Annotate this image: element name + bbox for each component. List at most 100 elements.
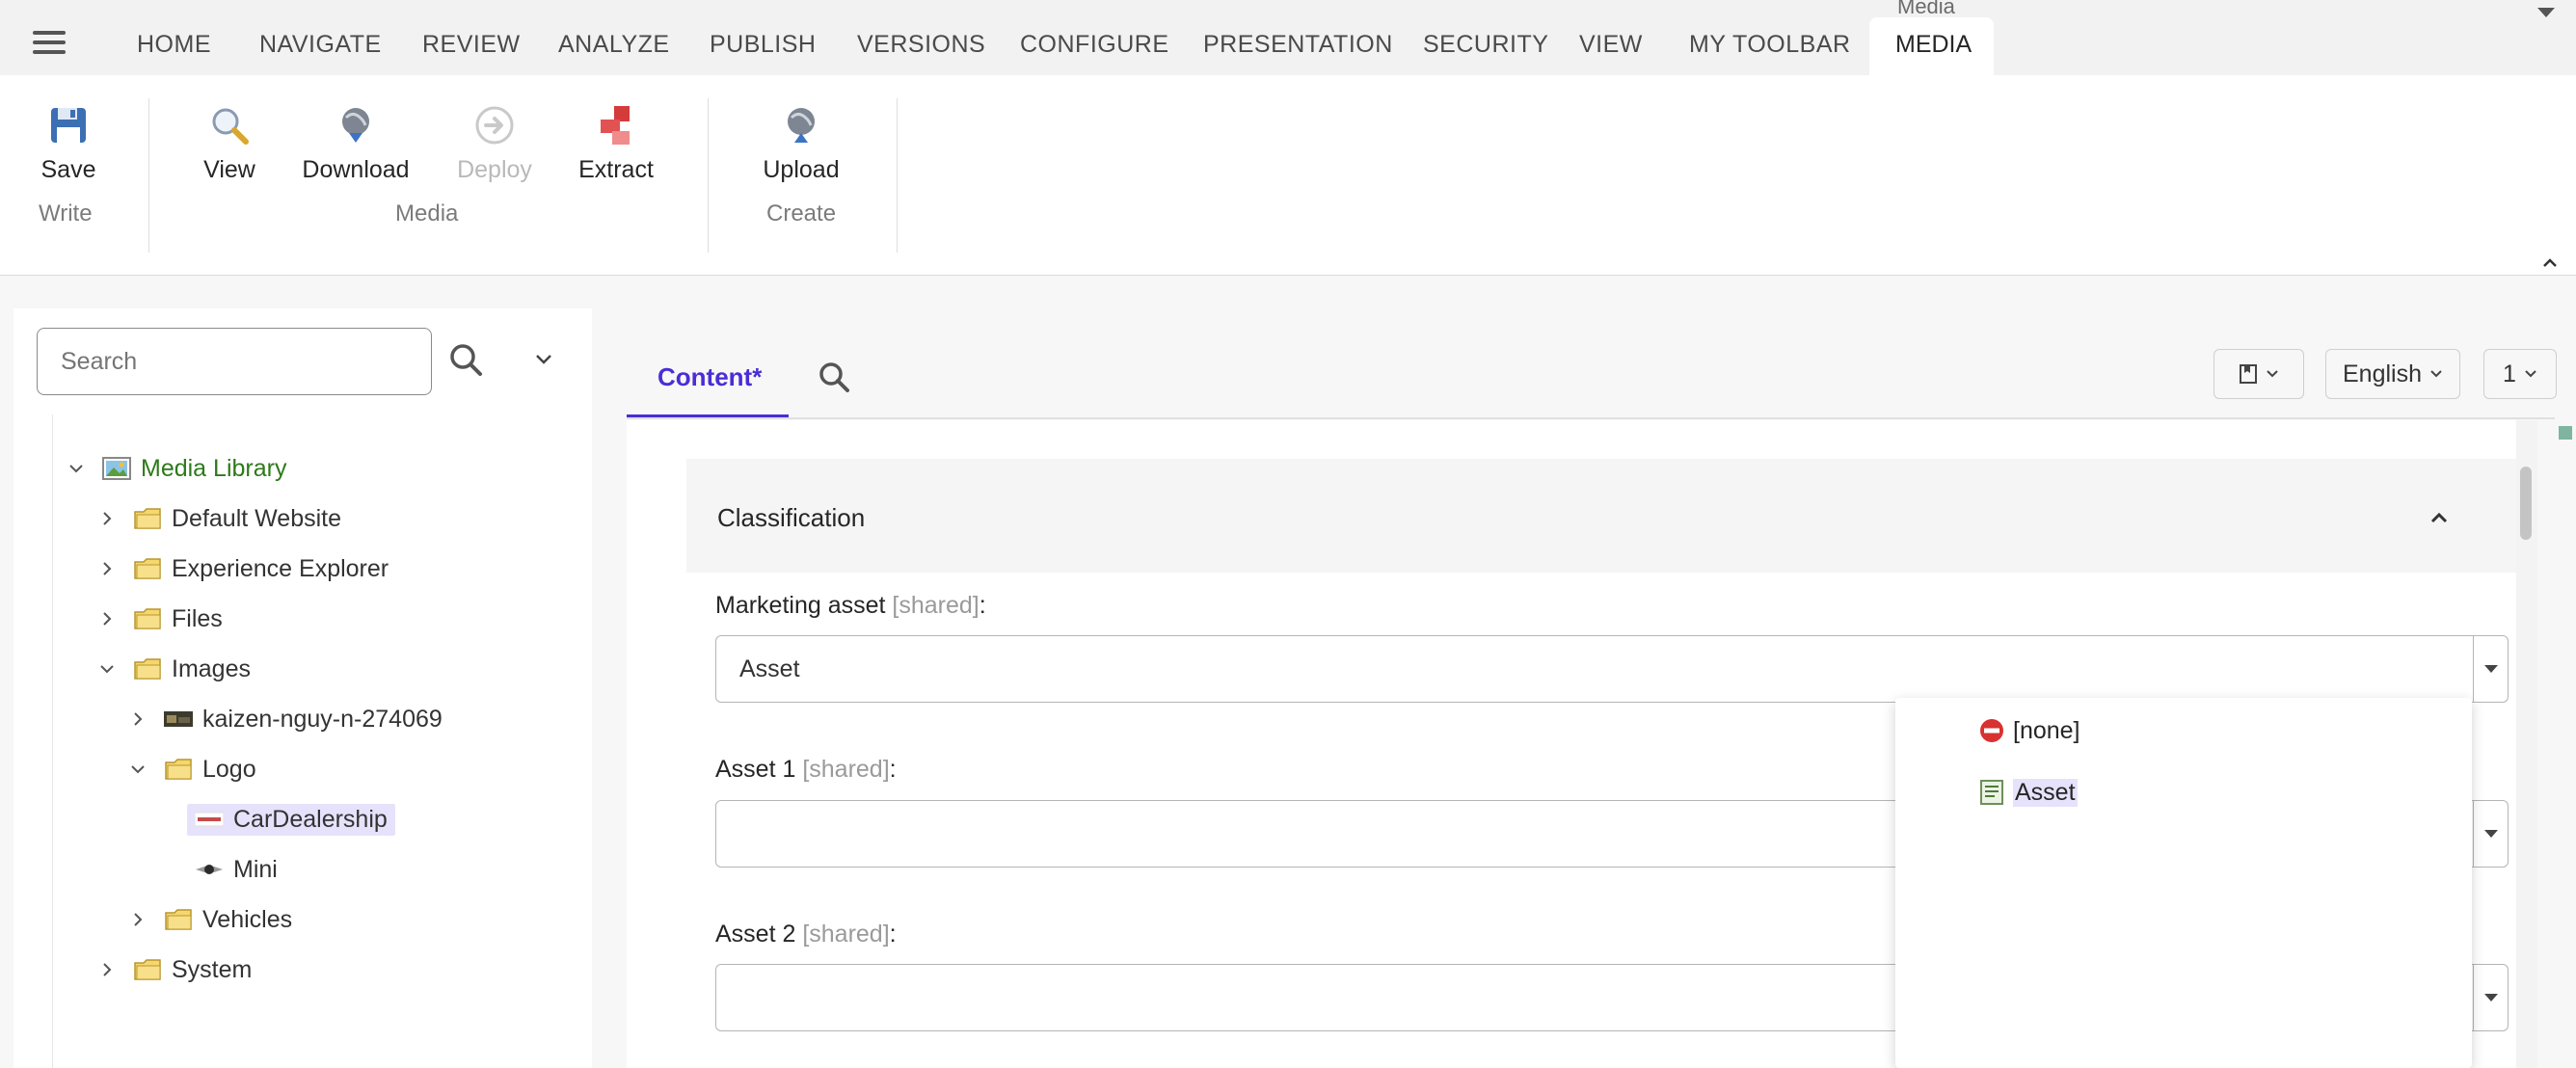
- tab-analyze[interactable]: ANALYZE: [558, 31, 670, 59]
- field-label-text: Marketing asset: [715, 592, 886, 619]
- marketing-asset-dropdown-list: [none] Asset: [1895, 698, 2472, 1068]
- marketing-asset-value: Asset: [739, 655, 800, 682]
- tab-media[interactable]: MEDIA: [1895, 31, 1972, 59]
- tab-navigate[interactable]: NAVIGATE: [259, 31, 382, 59]
- tree-item-label: Media Library: [141, 454, 287, 482]
- folder-icon: [134, 959, 161, 980]
- tree-item-system[interactable]: System: [98, 950, 252, 989]
- language-value: English: [2343, 360, 2422, 387]
- tree-item-default-website[interactable]: Default Website: [98, 499, 341, 538]
- field-label-text: Asset 2: [715, 921, 796, 948]
- tree-item-label: Default Website: [172, 504, 342, 532]
- tree-item-cardealership[interactable]: CarDealership: [160, 800, 395, 839]
- tree-item-label: kaizen-nguy-n-274069: [202, 705, 443, 733]
- dropdown-arrow-icon[interactable]: [2473, 965, 2508, 1030]
- bookmark-icon: [2240, 364, 2257, 384]
- no-entry-icon: [1980, 719, 2003, 742]
- tab-publish[interactable]: PUBLISH: [710, 31, 816, 59]
- chevron-right-icon[interactable]: [98, 560, 116, 577]
- deploy-label: Deploy: [457, 156, 532, 183]
- tab-presentation[interactable]: PRESENTATION: [1203, 31, 1393, 59]
- field-label-colon: :: [979, 592, 986, 619]
- extract-icon: [601, 106, 630, 145]
- tree-item-logo[interactable]: Logo: [129, 750, 256, 788]
- create-group-label: Create: [766, 200, 837, 227]
- field-label-colon: :: [889, 756, 897, 783]
- tab-my-toolbar[interactable]: MY TOOLBAR: [1689, 31, 1851, 59]
- tab-content[interactable]: Content*: [657, 362, 762, 392]
- dropdown-arrow-icon[interactable]: [2473, 636, 2508, 702]
- chevron-up-icon[interactable]: [2428, 507, 2451, 530]
- tree-item-vehicles[interactable]: Vehicles: [129, 900, 292, 939]
- view-button[interactable]: View: [199, 104, 260, 184]
- media-group-label: Media: [395, 200, 459, 227]
- tab-review[interactable]: REVIEW: [422, 31, 521, 59]
- chevron-right-icon[interactable]: [98, 961, 116, 978]
- marketing-asset-label: Marketing asset [shared]:: [715, 592, 986, 620]
- active-tab-caption: Media: [1897, 0, 1955, 18]
- search-icon[interactable]: [445, 339, 488, 382]
- save-button[interactable]: Save: [39, 104, 98, 184]
- chevron-right-icon[interactable]: [98, 610, 116, 627]
- tab-view[interactable]: VIEW: [1579, 31, 1643, 59]
- selected-item-highlight: CarDealership: [187, 803, 395, 836]
- tab-security[interactable]: SECURITY: [1423, 31, 1548, 59]
- tab-configure[interactable]: CONFIGURE: [1020, 31, 1169, 59]
- option-none[interactable]: [none]: [1978, 711, 2080, 750]
- marketing-asset-select[interactable]: Asset: [715, 635, 2509, 703]
- tab-home[interactable]: HOME: [137, 31, 211, 59]
- deploy-button[interactable]: Deploy: [457, 104, 532, 184]
- chevron-right-icon[interactable]: [98, 510, 116, 527]
- field-label-text: Asset 1: [715, 756, 796, 783]
- dropdown-arrow-icon[interactable]: [2473, 801, 2508, 867]
- tree-item-files[interactable]: Files: [98, 600, 223, 638]
- option-label: [none]: [2013, 716, 2080, 744]
- language-dropdown-button[interactable]: English: [2325, 349, 2460, 399]
- asset-1-label: Asset 1 [shared]:: [715, 756, 897, 784]
- version-dropdown-button[interactable]: 1: [2483, 349, 2557, 399]
- tree-item-label: Vehicles: [202, 905, 293, 933]
- write-group-label: Write: [39, 200, 93, 227]
- download-button[interactable]: Download: [301, 104, 411, 184]
- bookmark-dropdown-button[interactable]: [2214, 349, 2304, 399]
- content-tree-panel: Media Library Default Website Experience…: [13, 308, 592, 1068]
- tree-item-media-library[interactable]: Media Library: [67, 449, 286, 488]
- scrollbar-thumb[interactable]: [2520, 467, 2532, 540]
- tree-search-input[interactable]: [37, 328, 432, 395]
- chevron-down-icon[interactable]: [534, 353, 553, 366]
- globe-upload-icon: [788, 108, 815, 143]
- tree-item-experience-explorer[interactable]: Experience Explorer: [98, 549, 389, 588]
- asset-2-label: Asset 2 [shared]:: [715, 921, 897, 948]
- tree-item-label: System: [172, 955, 253, 983]
- vertical-scrollbar[interactable]: [2516, 420, 2537, 1068]
- tree-item-label: CarDealership: [233, 805, 388, 833]
- option-asset[interactable]: Asset: [1978, 773, 2078, 812]
- tree-item-label: Files: [172, 604, 223, 632]
- chevron-down-icon: [2267, 370, 2278, 378]
- tree-item-kaizen-image[interactable]: kaizen-nguy-n-274069: [129, 700, 443, 738]
- chevron-down-icon[interactable]: [129, 761, 147, 778]
- search-icon[interactable]: [816, 359, 854, 397]
- hamburger-menu-icon[interactable]: [33, 31, 66, 54]
- magnifier-icon: [212, 108, 249, 145]
- collapse-ribbon-icon[interactable]: [2541, 254, 2559, 272]
- extract-button[interactable]: Extract: [578, 104, 654, 184]
- tab-versions[interactable]: VERSIONS: [857, 31, 985, 59]
- download-label: Download: [302, 156, 410, 183]
- chevron-down-icon: [2525, 370, 2536, 378]
- asset-template-icon: [1980, 780, 2003, 805]
- field-label-colon: :: [889, 921, 897, 948]
- view-label: View: [203, 156, 255, 183]
- tree-item-images[interactable]: Images: [98, 650, 251, 688]
- chevron-down-icon[interactable]: [98, 660, 116, 678]
- tree-item-mini[interactable]: Mini: [160, 850, 278, 889]
- chevron-down-icon[interactable]: [67, 460, 85, 477]
- classification-section-header[interactable]: Classification: [686, 459, 2516, 573]
- chevron-right-icon[interactable]: [129, 911, 147, 928]
- caret-down-icon[interactable]: [2537, 8, 2555, 17]
- upload-button[interactable]: Upload: [762, 104, 841, 184]
- option-label: Asset: [2013, 778, 2078, 807]
- version-value: 1: [2503, 360, 2516, 387]
- folder-icon: [165, 909, 192, 930]
- chevron-right-icon[interactable]: [129, 710, 147, 728]
